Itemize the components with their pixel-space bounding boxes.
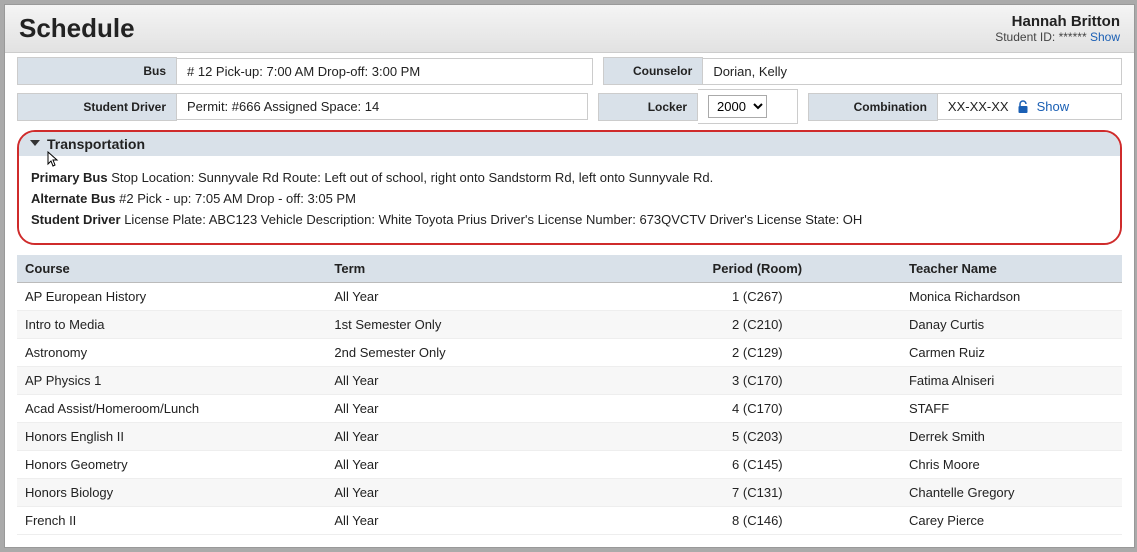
cell-period: 7 (C131)	[614, 479, 901, 507]
cell-teacher: Fatima Alniseri	[901, 367, 1122, 395]
primary-bus-line: Primary Bus Stop Location: Sunnyvale Rd …	[31, 170, 1108, 185]
student-driver-line: Student Driver License Plate: ABC123 Veh…	[31, 212, 1108, 227]
col-period[interactable]: Period (Room)	[614, 255, 901, 283]
cell-term: All Year	[326, 507, 613, 535]
locker-label: Locker	[598, 93, 698, 121]
locker-select[interactable]: 2000	[708, 95, 767, 118]
cell-course: Astronomy	[17, 339, 326, 367]
show-combination-link[interactable]: Show	[1037, 99, 1070, 114]
primary-bus-label: Primary Bus	[31, 170, 108, 185]
cell-term: All Year	[326, 479, 613, 507]
cell-course: Honors Biology	[17, 479, 326, 507]
info-rows: Bus # 12 Pick-up: 7:00 AM Drop-off: 3:00…	[5, 53, 1134, 124]
student-driver-label: Student Driver	[17, 93, 177, 121]
cell-period: 8 (C146)	[614, 507, 901, 535]
cell-teacher: Chris Moore	[901, 451, 1122, 479]
alternate-bus-text: #2 Pick - up: 7:05 AM Drop - off: 3:05 P…	[119, 191, 356, 206]
cell-course: Honors English II	[17, 423, 326, 451]
alternate-bus-label: Alternate Bus	[31, 191, 116, 206]
cell-course: French II	[17, 507, 326, 535]
bus-label: Bus	[17, 57, 177, 85]
cell-term: 2nd Semester Only	[326, 339, 613, 367]
cell-term: All Year	[326, 451, 613, 479]
cell-term: All Year	[326, 283, 613, 311]
bus-value: # 12 Pick-up: 7:00 AM Drop-off: 3:00 PM	[177, 58, 593, 85]
schedule-table: Course Term Period (Room) Teacher Name A…	[17, 255, 1122, 535]
cell-teacher: Carmen Ruiz	[901, 339, 1122, 367]
table-header-row: Course Term Period (Room) Teacher Name	[17, 255, 1122, 283]
unlock-icon	[1017, 100, 1029, 114]
transportation-header[interactable]: Transportation	[19, 132, 1120, 156]
cell-teacher: Derrek Smith	[901, 423, 1122, 451]
cell-teacher: Carey Pierce	[901, 507, 1122, 535]
counselor-field: Counselor Dorian, Kelly	[603, 57, 1122, 85]
table-row[interactable]: AP Physics 1All Year3 (C170)Fatima Alnis…	[17, 367, 1122, 395]
cell-course: Acad Assist/Homeroom/Lunch	[17, 395, 326, 423]
cell-term: All Year	[326, 367, 613, 395]
cell-period: 2 (C129)	[614, 339, 901, 367]
schedule-page: Schedule Hannah Britton Student ID: ****…	[4, 4, 1135, 548]
cell-term: All Year	[326, 423, 613, 451]
cell-period: 2 (C210)	[614, 311, 901, 339]
cell-period: 1 (C267)	[614, 283, 901, 311]
table-row[interactable]: AP European HistoryAll Year1 (C267)Monic…	[17, 283, 1122, 311]
table-row[interactable]: Astronomy2nd Semester Only2 (C129)Carmen…	[17, 339, 1122, 367]
student-driver-detail-label: Student Driver	[31, 212, 121, 227]
cell-period: 3 (C170)	[614, 367, 901, 395]
student-id-label: Student ID:	[995, 30, 1055, 44]
show-student-id-link[interactable]: Show	[1090, 30, 1120, 44]
student-driver-field: Student Driver Permit: #666 Assigned Spa…	[17, 89, 588, 124]
table-row[interactable]: Acad Assist/Homeroom/LunchAll Year4 (C17…	[17, 395, 1122, 423]
page-title: Schedule	[19, 13, 135, 44]
student-id-line: Student ID: ****** Show	[995, 30, 1120, 44]
cell-course: AP European History	[17, 283, 326, 311]
table-row[interactable]: Honors English IIAll Year5 (C203)Derrek …	[17, 423, 1122, 451]
alternate-bus-line: Alternate Bus #2 Pick - up: 7:05 AM Drop…	[31, 191, 1108, 206]
locker-value-wrap: 2000	[698, 89, 798, 124]
cell-period: 6 (C145)	[614, 451, 901, 479]
cell-course: Honors Geometry	[17, 451, 326, 479]
table-row[interactable]: Intro to Media1st Semester Only2 (C210)D…	[17, 311, 1122, 339]
col-course[interactable]: Course	[17, 255, 326, 283]
combination-value: XX-XX-XX	[948, 99, 1009, 114]
bus-field: Bus # 12 Pick-up: 7:00 AM Drop-off: 3:00…	[17, 57, 593, 85]
cell-course: AP Physics 1	[17, 367, 326, 395]
locker-field: Locker 2000	[598, 89, 798, 124]
combination-label: Combination	[808, 93, 938, 121]
combination-value-wrap: XX-XX-XX Show	[938, 93, 1122, 120]
cell-period: 5 (C203)	[614, 423, 901, 451]
counselor-label: Counselor	[603, 57, 703, 85]
col-teacher[interactable]: Teacher Name	[901, 255, 1122, 283]
cell-term: 1st Semester Only	[326, 311, 613, 339]
table-row[interactable]: Honors GeometryAll Year6 (C145)Chris Moo…	[17, 451, 1122, 479]
student-box: Hannah Britton Student ID: ****** Show	[995, 13, 1120, 44]
transportation-body: Primary Bus Stop Location: Sunnyvale Rd …	[19, 156, 1120, 243]
combination-field: Combination XX-XX-XX Show	[808, 89, 1122, 124]
transportation-title: Transportation	[47, 136, 145, 152]
table-row[interactable]: Honors BiologyAll Year7 (C131)Chantelle …	[17, 479, 1122, 507]
cell-term: All Year	[326, 395, 613, 423]
student-name: Hannah Britton	[995, 13, 1120, 30]
cell-teacher: Monica Richardson	[901, 283, 1122, 311]
title-bar: Schedule Hannah Britton Student ID: ****…	[5, 5, 1134, 53]
counselor-value: Dorian, Kelly	[703, 58, 1122, 85]
primary-bus-text: Stop Location: Sunnyvale Rd Route: Left …	[111, 170, 713, 185]
student-driver-detail-text: License Plate: ABC123 Vehicle Descriptio…	[124, 212, 862, 227]
cell-course: Intro to Media	[17, 311, 326, 339]
student-id-value: ******	[1059, 30, 1087, 44]
cell-teacher: STAFF	[901, 395, 1122, 423]
transportation-panel: Transportation Primary Bus Stop Location…	[17, 130, 1122, 245]
col-term[interactable]: Term	[326, 255, 613, 283]
cell-period: 4 (C170)	[614, 395, 901, 423]
student-driver-value: Permit: #666 Assigned Space: 14	[177, 93, 588, 120]
table-row[interactable]: French IIAll Year8 (C146)Carey Pierce	[17, 507, 1122, 535]
chevron-down-icon[interactable]	[29, 137, 41, 152]
cell-teacher: Chantelle Gregory	[901, 479, 1122, 507]
cell-teacher: Danay Curtis	[901, 311, 1122, 339]
